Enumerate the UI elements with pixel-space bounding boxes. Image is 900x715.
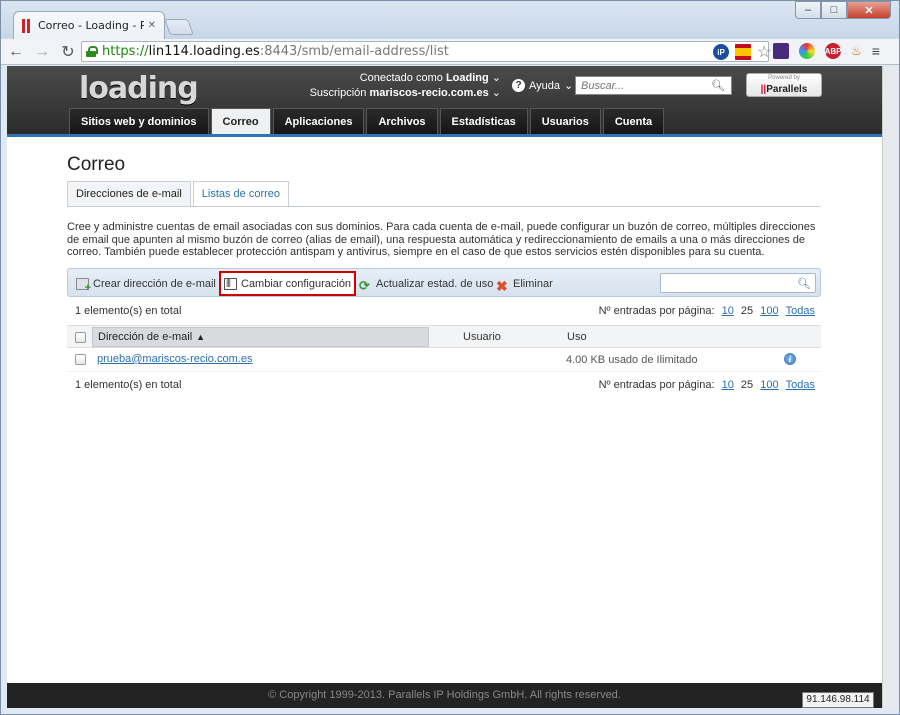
sort-up-icon: ▲ — [196, 332, 206, 342]
per-page-all-link[interactable]: Todas — [786, 305, 815, 317]
per-page-10-link[interactable]: 10 — [722, 379, 734, 391]
list-count-bottom: 1 elemento(s) en total Nº entradas por p… — [75, 379, 815, 391]
page-description: Cree y administre cuentas de email asoci… — [67, 221, 816, 258]
info-icon[interactable]: i — [784, 353, 796, 365]
chevron-down-icon: ⌄ — [491, 72, 501, 84]
panel-header: loading Conectado como Loading ⌄ Suscrip… — [7, 66, 882, 134]
vertical-scrollbar[interactable] — [882, 66, 899, 708]
subscription-selector[interactable]: mariscos-recio.com.es — [369, 87, 488, 99]
page-content: loading Conectado como Loading ⌄ Suscrip… — [7, 66, 882, 708]
reload-icon[interactable]: ↻ — [57, 42, 79, 62]
tab-mailing-lists[interactable]: Listas de correo — [192, 181, 290, 206]
header-search: 🔍︎ — [575, 76, 732, 95]
ip-address-badge: 91.146.98.114 — [802, 692, 874, 708]
list-search-input[interactable]: 🔍︎ — [660, 273, 816, 293]
new-tab-button[interactable] — [164, 19, 194, 35]
parallels-logo[interactable]: Powered by ||Parallels — [746, 73, 822, 97]
row-checkbox[interactable] — [75, 354, 86, 365]
extension-purple-icon[interactable] — [773, 43, 789, 59]
per-page-25-current: 25 — [740, 379, 754, 391]
per-page-10-link[interactable]: 10 — [722, 305, 734, 317]
header-divider — [7, 134, 882, 137]
usage-text: 4.00 KB usado de Ilimitado — [566, 354, 698, 366]
search-icon[interactable]: 🔍︎ — [711, 79, 725, 92]
main-nav: Sitios web y dominios Correo Aplicacione… — [69, 108, 665, 134]
column-usage: Uso — [567, 331, 587, 343]
page-title: Correo — [67, 154, 126, 175]
help-menu[interactable]: ? Ayuda ⌄ — [512, 79, 573, 92]
chevron-down-icon: ⌄ — [491, 87, 501, 99]
close-button[interactable]: ✕ — [847, 1, 891, 19]
action-toolbar: Crear dirección de e-mail Cambiar config… — [67, 268, 821, 297]
add-mail-icon — [76, 278, 91, 294]
title-bar: Correo - Loading - Panel c ✕ – □ ✕ — [1, 1, 899, 39]
tab-divider — [67, 206, 821, 207]
maximize-button[interactable]: □ — [821, 1, 847, 19]
nav-item-statistics[interactable]: Estadísticas — [439, 108, 528, 134]
tab-close-icon[interactable]: ✕ — [148, 20, 156, 31]
star-icon[interactable]: ☆ — [757, 42, 771, 62]
list-count-top: 1 elemento(s) en total Nº entradas por p… — [75, 305, 815, 317]
footer-copyright: © Copyright 1999-2013. Parallels IP Hold… — [7, 683, 882, 708]
address-bar[interactable]: https://lin114.loading.es:8443/smb/email… — [81, 41, 769, 62]
email-table: Dirección de e-mail ▲ Usuario Uso prueba… — [67, 325, 821, 372]
column-email-sort[interactable]: Dirección de e-mail ▲ — [92, 327, 429, 347]
connection-info: Conectado como Loading ⌄ Suscripción mar… — [309, 72, 501, 99]
sub-tabs: Direcciones de e-mail Listas de correo — [67, 181, 290, 206]
tab-title: Correo - Loading - Panel c — [38, 19, 144, 32]
select-all-checkbox[interactable] — [75, 332, 86, 343]
refresh-icon: ⟳ — [359, 278, 370, 293]
window-controls: – □ ✕ — [795, 1, 891, 19]
change-settings-button[interactable]: Cambiar configuración — [219, 271, 357, 296]
plesk-favicon-icon — [22, 18, 32, 33]
settings-sliders-icon — [224, 277, 237, 290]
column-user: Usuario — [463, 331, 501, 343]
per-page-100-link[interactable]: 100 — [760, 379, 778, 391]
per-page-100-link[interactable]: 100 — [760, 305, 778, 317]
back-arrow-icon[interactable]: ← — [5, 43, 27, 61]
spain-flag-icon[interactable] — [735, 44, 751, 60]
nav-item-websites[interactable]: Sitios web y dominios — [69, 108, 209, 134]
help-icon: ? — [512, 79, 525, 92]
minimize-button[interactable]: – — [795, 1, 821, 19]
nav-item-mail[interactable]: Correo — [210, 108, 271, 134]
email-link[interactable]: prueba@mariscos-recio.com.es — [97, 353, 252, 365]
delete-button[interactable]: ✖ Eliminar — [493, 274, 556, 294]
extension-color-wheel-icon[interactable] — [799, 43, 815, 59]
adblock-icon[interactable]: ABP — [825, 43, 841, 59]
notification-icon[interactable]: ♨ — [851, 44, 862, 58]
browser-toolbar: ← → ↻ https://lin114.loading.es:8443/smb… — [1, 39, 899, 65]
create-email-button[interactable]: Crear dirección de e-mail — [73, 274, 219, 294]
table-row: prueba@mariscos-recio.com.es 4.00 KB usa… — [67, 348, 821, 372]
search-icon[interactable]: 🔍︎ — [797, 277, 811, 290]
header-search-input[interactable] — [581, 79, 711, 92]
browser-tab[interactable]: Correo - Loading - Panel c ✕ — [13, 11, 165, 39]
table-header: Dirección de e-mail ▲ Usuario Uso — [67, 325, 821, 348]
nav-item-files[interactable]: Archivos — [366, 108, 438, 134]
nav-item-users[interactable]: Usuarios — [529, 108, 601, 134]
forward-arrow-icon[interactable]: → — [31, 43, 53, 61]
connected-user[interactable]: Loading — [446, 72, 489, 84]
per-page-25-current: 25 — [740, 305, 754, 317]
menu-icon[interactable]: ≡ — [872, 43, 880, 59]
tab-email-addresses[interactable]: Direcciones de e-mail — [67, 181, 191, 206]
browser-window: Correo - Loading - Panel c ✕ – □ ✕ ← → ↻… — [0, 0, 900, 715]
nav-item-account[interactable]: Cuenta — [602, 108, 665, 134]
address-bar-icons: iP ☆ — [713, 42, 771, 62]
url-text: https://lin114.loading.es:8443/smb/email… — [102, 44, 449, 59]
lock-icon — [86, 46, 98, 57]
extension-icons: ABP ♨ ≡ — [773, 43, 880, 59]
delete-x-icon: ✖ — [496, 278, 508, 294]
chevron-down-icon: ⌄ — [564, 80, 574, 92]
nav-item-applications[interactable]: Aplicaciones — [272, 108, 365, 134]
update-usage-button[interactable]: ⟳ Actualizar estad. de uso — [356, 274, 496, 294]
ip-icon[interactable]: iP — [713, 44, 729, 60]
per-page-all-link[interactable]: Todas — [786, 379, 815, 391]
